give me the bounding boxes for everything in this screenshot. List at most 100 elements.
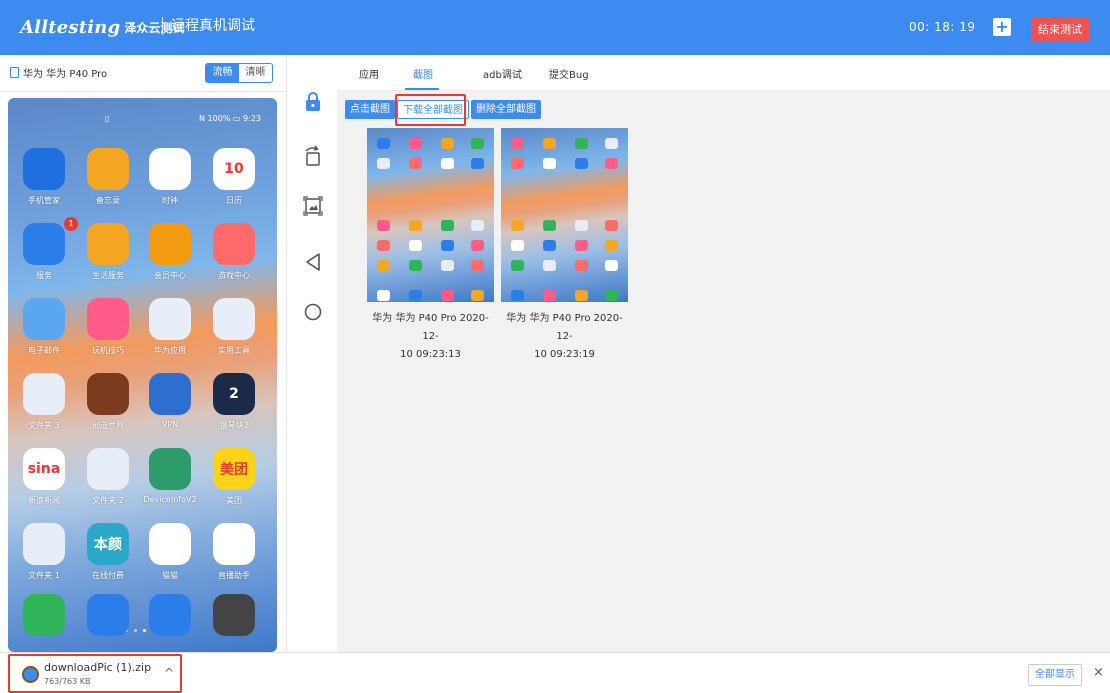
app-13[interactable]: 创造世界: [80, 373, 136, 431]
quality-smooth-button[interactable]: 流畅: [206, 64, 239, 82]
app-19[interactable]: 美团 美团: [206, 448, 262, 506]
thumb-app-icon: [409, 220, 422, 231]
end-test-button[interactable]: 结束测试: [1031, 18, 1089, 42]
screenshot-caption: 华为 华为 P40 Pro 2020-12- 10 09:23:19: [501, 310, 628, 364]
tab-adb[interactable]: adb调试: [483, 66, 522, 81]
app-22[interactable]: 猫猫: [142, 523, 198, 581]
tab-submit-bug[interactable]: 提交Bug: [549, 66, 589, 81]
thumb-app-icon: [377, 240, 390, 251]
app-21[interactable]: 本颜 在线付费: [80, 523, 136, 581]
thumb-app-icon: [543, 260, 556, 271]
dock-app-messages[interactable]: [80, 594, 136, 636]
app-label: 服务: [36, 271, 52, 280]
zip-file-icon: [22, 666, 39, 683]
main-content: 应用 截图 adb调试 提交Bug 点击截图 下载全部截图 删除全部截图 华为 …: [337, 55, 1110, 652]
app-0[interactable]: 手机管家: [16, 148, 72, 206]
back-icon[interactable]: [302, 251, 324, 273]
app-10[interactable]: 华为应用: [142, 298, 198, 356]
highlight-box: [395, 94, 466, 126]
home-icon[interactable]: [302, 301, 324, 323]
device-header: 华为 华为 P40 Pro: [10, 65, 107, 80]
app-2[interactable]: 时钟: [142, 148, 198, 206]
app-icon: [87, 373, 129, 415]
caption-line: 华为 华为 P40 Pro 2020-12-: [372, 313, 489, 342]
app-label: 创造世界: [92, 421, 124, 430]
app-7[interactable]: 游戏中心: [206, 223, 262, 281]
app-5[interactable]: 生活服务: [80, 223, 136, 281]
thumb-app-icon: [511, 260, 524, 271]
phone-screen[interactable]: ▯ N 100% ▭ 9:23 手机管家 备忘录 时钟 10 日历 1 服务 生活服务 会员中心…: [8, 98, 277, 652]
app-label: VPN: [161, 420, 179, 429]
app-label: 生活服务: [92, 271, 124, 280]
app-icon: 本颜: [87, 523, 129, 565]
app-4[interactable]: 1 服务: [16, 217, 78, 281]
app-icon: [87, 448, 129, 490]
app-icon: [149, 448, 191, 490]
screenshot-card[interactable]: 华为 华为 P40 Pro 2020-12- 10 09:23:19: [501, 128, 628, 364]
thumb-app-icon: [605, 158, 618, 169]
tab-bar: 应用 截图 adb调试 提交Bug: [337, 55, 1110, 91]
close-icon[interactable]: ×: [1093, 665, 1104, 680]
quality-hd-button[interactable]: 清晰: [239, 64, 272, 82]
app-icon: [23, 523, 65, 565]
app-icon: [23, 223, 65, 265]
show-all-button[interactable]: 全部显示: [1028, 664, 1082, 686]
dock-app-camera[interactable]: [206, 594, 262, 636]
app-6[interactable]: 会员中心: [142, 223, 198, 281]
screenshot-thumbnail[interactable]: [501, 128, 628, 302]
camera-icon: [213, 594, 255, 636]
app-23[interactable]: 直播助手: [206, 523, 262, 581]
screenshot-icon[interactable]: [302, 195, 324, 217]
rotate-icon[interactable]: [302, 145, 324, 167]
app-icon: [149, 223, 191, 265]
app-11[interactable]: 实用工具: [206, 298, 262, 356]
app-label: 游戏中心: [218, 271, 250, 280]
tab-active-indicator: [405, 88, 439, 90]
app-icon: [149, 373, 191, 415]
capture-button[interactable]: 点击截图: [345, 100, 395, 119]
app-9[interactable]: 玩机技巧: [80, 298, 136, 356]
thumb-app-icon: [471, 220, 484, 231]
app-icon: [23, 373, 65, 415]
messages-icon: [87, 594, 129, 636]
app-12[interactable]: 文件夹 3: [16, 373, 72, 431]
download-filename: downloadPic (1).zip: [44, 661, 152, 674]
dock-app-phone[interactable]: [16, 594, 72, 636]
app-18[interactable]: DeviceInfoV2: [142, 448, 198, 504]
app-14[interactable]: VPN: [142, 373, 198, 429]
quality-toggle: 流畅 清晰: [205, 63, 273, 83]
status-right: N 100% ▭ 9:23: [198, 114, 261, 123]
thumb-app-icon: [543, 290, 556, 301]
thumb-app-icon: [605, 240, 618, 251]
thumb-app-icon: [471, 158, 484, 169]
add-time-button[interactable]: +: [993, 18, 1011, 36]
app-3[interactable]: 10 日历: [206, 148, 262, 206]
app-label: 文件夹 2: [92, 496, 124, 505]
thumb-app-icon: [441, 290, 454, 301]
logo-word: Alltesting: [20, 16, 121, 38]
tab-screenshots[interactable]: 截图: [413, 66, 433, 81]
lock-icon[interactable]: [302, 91, 324, 113]
thumb-app-icon: [543, 158, 556, 169]
thumb-app-icon: [511, 138, 524, 149]
app-1[interactable]: 备忘录: [80, 148, 136, 206]
app-20[interactable]: 文件夹 1: [16, 523, 72, 581]
app-17[interactable]: 文件夹 2: [80, 448, 136, 506]
app-icon: [149, 298, 191, 340]
thumb-app-icon: [543, 138, 556, 149]
app-icon: [87, 223, 129, 265]
app-icon: [87, 298, 129, 340]
app-15[interactable]: 2 钢琴块2: [206, 373, 262, 431]
thumb-app-icon: [471, 290, 484, 301]
tab-apps[interactable]: 应用: [359, 66, 379, 81]
app-16[interactable]: sina 新浪新闻: [16, 448, 72, 506]
thumb-app-icon: [471, 260, 484, 271]
download-item[interactable]: downloadPic (1).zip 763/763 KB ^: [8, 654, 182, 693]
control-strip: [288, 55, 336, 652]
delete-all-button[interactable]: 删除全部截图: [471, 100, 541, 119]
screenshot-card[interactable]: 华为 华为 P40 Pro 2020-12- 10 09:23:13: [367, 128, 494, 364]
chevron-up-icon[interactable]: ^: [164, 666, 174, 680]
app-8[interactable]: 电子邮件: [16, 298, 72, 356]
screenshot-thumbnail[interactable]: [367, 128, 494, 302]
dock-app-browser[interactable]: [142, 594, 198, 636]
